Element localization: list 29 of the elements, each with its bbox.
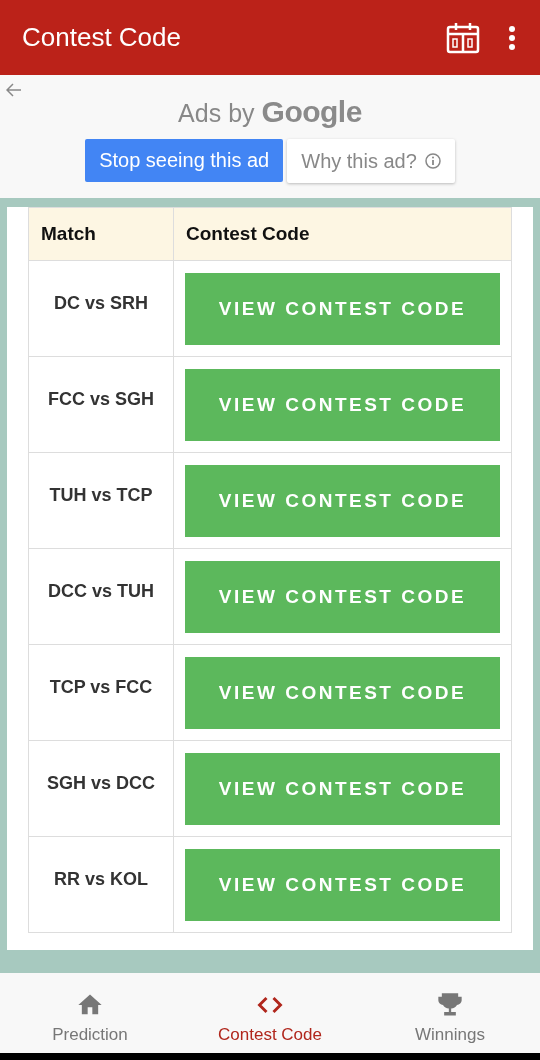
view-code-button[interactable]: VIEW CONTEST CODE (185, 752, 500, 825)
match-cell: DCC vs TUH (28, 548, 174, 645)
view-code-button[interactable]: VIEW CONTEST CODE (185, 656, 500, 729)
why-ad-button[interactable]: Why this ad? (287, 139, 455, 183)
match-cell: RR vs KOL (28, 836, 174, 933)
column-header: Match (28, 207, 174, 261)
match-cell: DC vs SRH (28, 260, 174, 357)
scoreboard-icon[interactable] (446, 21, 480, 54)
view-code-button[interactable]: VIEW CONTEST CODE (185, 368, 500, 441)
brand-logo: Google (261, 95, 362, 129)
trophy-icon (436, 991, 464, 1019)
nav-tab[interactable]: Contest Code (180, 973, 360, 1053)
app-title: Contest Code (22, 22, 182, 53)
back-icon[interactable] (6, 83, 22, 97)
match-cell: TUH vs TCP (28, 452, 174, 549)
column-header: Contest Code (173, 207, 512, 261)
match-cell: FCC vs SGH (28, 356, 174, 453)
menu-icon[interactable] (508, 25, 516, 50)
match-cell: TCP vs FCC (28, 644, 174, 741)
view-code-button[interactable]: VIEW CONTEST CODE (185, 848, 500, 921)
view-code-button[interactable]: VIEW CONTEST CODE (185, 464, 500, 537)
view-code-button[interactable]: VIEW CONTEST CODE (185, 560, 500, 633)
info-icon (424, 153, 441, 169)
view-code-button[interactable]: VIEW CONTEST CODE (185, 272, 500, 345)
ads-label: Ads by (178, 99, 255, 128)
nav-tab[interactable]: Winnings (360, 973, 540, 1053)
nav-tab[interactable]: Prediction (0, 973, 180, 1053)
match-cell: SGH vs DCC (28, 740, 174, 837)
stop-ad-button[interactable]: Stop seeing this ad (85, 139, 284, 182)
